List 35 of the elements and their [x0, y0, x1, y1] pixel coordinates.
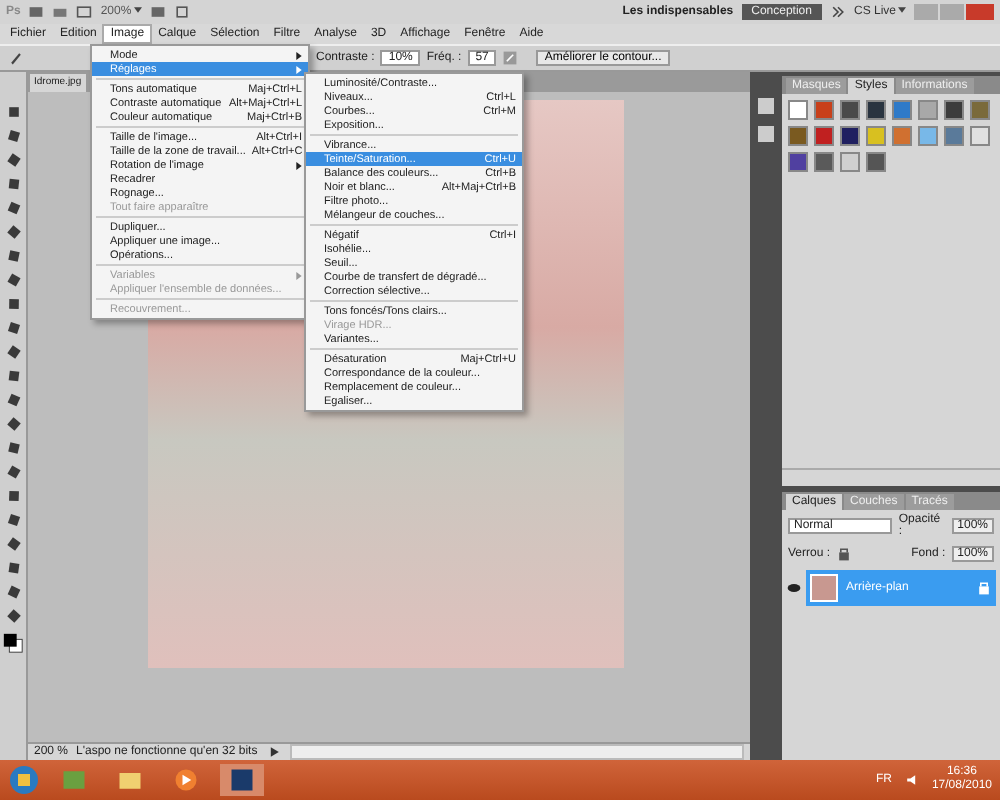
caret-icon [133, 6, 142, 14]
style-swatch[interactable] [788, 126, 808, 146]
start-button-icon[interactable] [8, 764, 40, 796]
window-controls-drawing[interactable] [914, 2, 994, 22]
chevron-icon[interactable] [829, 4, 846, 20]
style-swatch[interactable] [866, 152, 886, 172]
style-swatch[interactable] [840, 152, 860, 172]
style-swatch[interactable] [944, 126, 964, 146]
style-swatch[interactable] [840, 126, 860, 146]
style-swatch[interactable] [814, 152, 834, 172]
layer-thumbnail [810, 574, 838, 602]
pen-pressure-icon[interactable] [502, 50, 519, 66]
style-swatch[interactable] [944, 100, 964, 120]
style-swatch[interactable] [892, 100, 912, 120]
screen-mode-icon[interactable] [173, 4, 190, 20]
style-swatch[interactable] [788, 152, 808, 172]
style-swatch[interactable] [892, 126, 912, 146]
style-swatch[interactable] [814, 126, 834, 146]
style-swatch[interactable] [840, 100, 860, 120]
lock-icon[interactable] [836, 546, 853, 562]
style-swatch[interactable] [918, 100, 938, 120]
style-swatch[interactable] [970, 100, 990, 120]
horizontal-scrollbar[interactable] [289, 744, 744, 760]
style-swatch[interactable] [918, 126, 938, 146]
layout-icon[interactable] [76, 4, 93, 20]
submenu-arrow-icon [296, 161, 302, 169]
eye-icon[interactable] [786, 580, 802, 596]
style-swatch[interactable] [866, 100, 886, 120]
style-swatch[interactable] [866, 126, 886, 146]
caret-icon [898, 6, 906, 14]
style-swatch[interactable] [970, 126, 990, 146]
speaker-icon[interactable] [903, 772, 920, 788]
style-swatch[interactable] [788, 100, 808, 120]
color-swatches-icon[interactable] [2, 632, 24, 654]
style-swatch[interactable] [814, 100, 834, 120]
